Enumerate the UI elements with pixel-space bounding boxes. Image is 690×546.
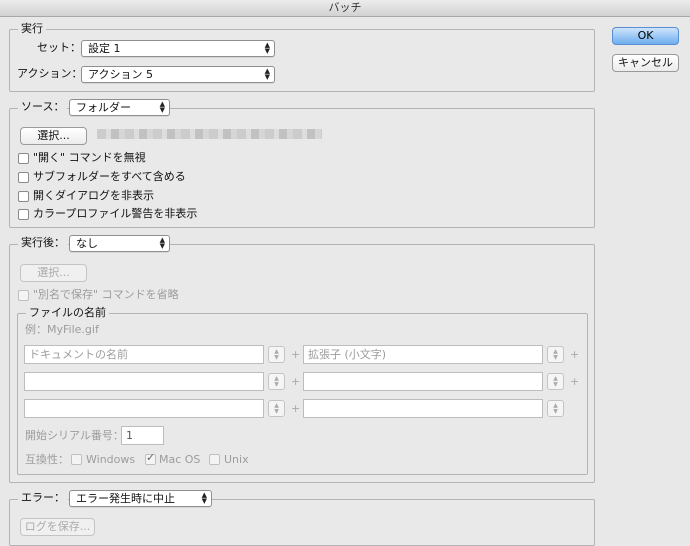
source-choose-button[interactable]: 選択... <box>20 127 87 145</box>
ignore-open-label: "開く" コマンドを無視 <box>33 151 146 164</box>
include-subfolders-checkbox[interactable] <box>18 172 29 183</box>
naming-field-3[interactable] <box>24 372 264 391</box>
naming-field-2[interactable]: 拡張子 (小文字) <box>303 345 543 364</box>
suppress-open-dialogs-label: 開くダイアログを非表示 <box>33 189 154 202</box>
file-naming-legend: ファイルの名前 <box>26 306 109 320</box>
serial-input[interactable]: 1 <box>121 426 164 445</box>
naming-stepper-5[interactable]: ▲ ▼ <box>268 400 285 417</box>
errors-label: エラー： <box>18 491 68 505</box>
compat-macos-label: Mac OS <box>159 453 201 466</box>
serial-label: 開始シリアル番号： <box>25 429 124 442</box>
naming-stepper-6[interactable]: ▲ ▼ <box>547 400 564 417</box>
naming-field-1[interactable]: ドキュメントの名前 <box>24 345 264 364</box>
chevron-updown-icon: ▲ ▼ <box>201 491 207 505</box>
chevron-updown-icon: ▲ ▼ <box>159 236 165 250</box>
suppress-open-dialogs-checkbox[interactable] <box>18 191 29 202</box>
naming-stepper-1[interactable]: ▲ ▼ <box>268 346 285 363</box>
naming-stepper-4[interactable]: ▲ ▼ <box>547 373 564 390</box>
naming-field-5[interactable] <box>24 399 264 418</box>
compat-macos-checkbox[interactable]: ✓ <box>145 451 156 465</box>
compat-windows-label: Windows <box>86 453 136 466</box>
chevron-updown-icon: ▲ ▼ <box>264 41 270 55</box>
action-select-value: アクション 5 <box>88 68 153 81</box>
play-legend: 実行 <box>18 22 46 36</box>
set-select[interactable]: 設定 1 ▲ ▼ <box>81 40 275 57</box>
destination-label: 実行後： <box>18 236 68 250</box>
suppress-color-warnings-label: カラープロファイル警告を非表示 <box>33 207 198 220</box>
redacted-path <box>97 129 322 139</box>
include-subfolders-label: サブフォルダーをすべて含める <box>33 170 186 183</box>
action-select[interactable]: アクション 5 ▲ ▼ <box>81 66 275 83</box>
destination-choose-button[interactable]: 選択... <box>20 264 87 282</box>
override-save-checkbox[interactable] <box>18 290 29 301</box>
save-log-button[interactable]: ログを保存... <box>20 518 95 536</box>
ok-button[interactable]: OK <box>612 27 679 45</box>
window-title: バッチ <box>0 0 690 17</box>
set-label: セット： <box>37 41 81 54</box>
set-select-value: 設定 1 <box>88 42 121 55</box>
override-save-label: "別名で保存" コマンドを省略 <box>33 288 179 301</box>
naming-field-6[interactable] <box>303 399 543 418</box>
file-naming-example: 例：MyFile.gif <box>25 323 99 336</box>
file-naming-group <box>17 313 588 475</box>
checkmark-icon: ✓ <box>146 451 156 464</box>
naming-stepper-2[interactable]: ▲ ▼ <box>547 346 564 363</box>
naming-stepper-3[interactable]: ▲ ▼ <box>268 373 285 390</box>
compat-unix-label: Unix <box>224 453 249 466</box>
errors-select-value: エラー発生時に中止 <box>76 492 175 505</box>
plus-icon: + <box>570 348 580 361</box>
action-label: アクション： <box>17 67 83 80</box>
chevron-updown-icon: ▲ ▼ <box>264 67 270 81</box>
destination-select[interactable]: なし ▲ ▼ <box>69 235 170 252</box>
errors-select[interactable]: エラー発生時に中止 ▲ ▼ <box>69 490 212 507</box>
naming-field-4[interactable] <box>303 372 543 391</box>
ignore-open-checkbox[interactable] <box>18 153 29 164</box>
compat-unix-checkbox[interactable] <box>209 454 220 465</box>
source-select-value: フォルダー <box>76 101 131 114</box>
destination-select-value: なし <box>76 237 98 250</box>
suppress-color-warnings-checkbox[interactable] <box>18 209 29 220</box>
compat-windows-checkbox[interactable] <box>71 454 82 465</box>
plus-icon: + <box>570 375 580 388</box>
plus-icon: + <box>291 348 301 361</box>
source-select[interactable]: フォルダー ▲ ▼ <box>69 99 170 116</box>
plus-icon: + <box>291 375 301 388</box>
cancel-button[interactable]: キャンセル <box>612 54 679 72</box>
chevron-updown-icon: ▲ ▼ <box>159 100 165 114</box>
compat-label: 互換性： <box>25 453 69 466</box>
source-label: ソース： <box>18 100 68 114</box>
plus-icon: + <box>291 402 301 415</box>
